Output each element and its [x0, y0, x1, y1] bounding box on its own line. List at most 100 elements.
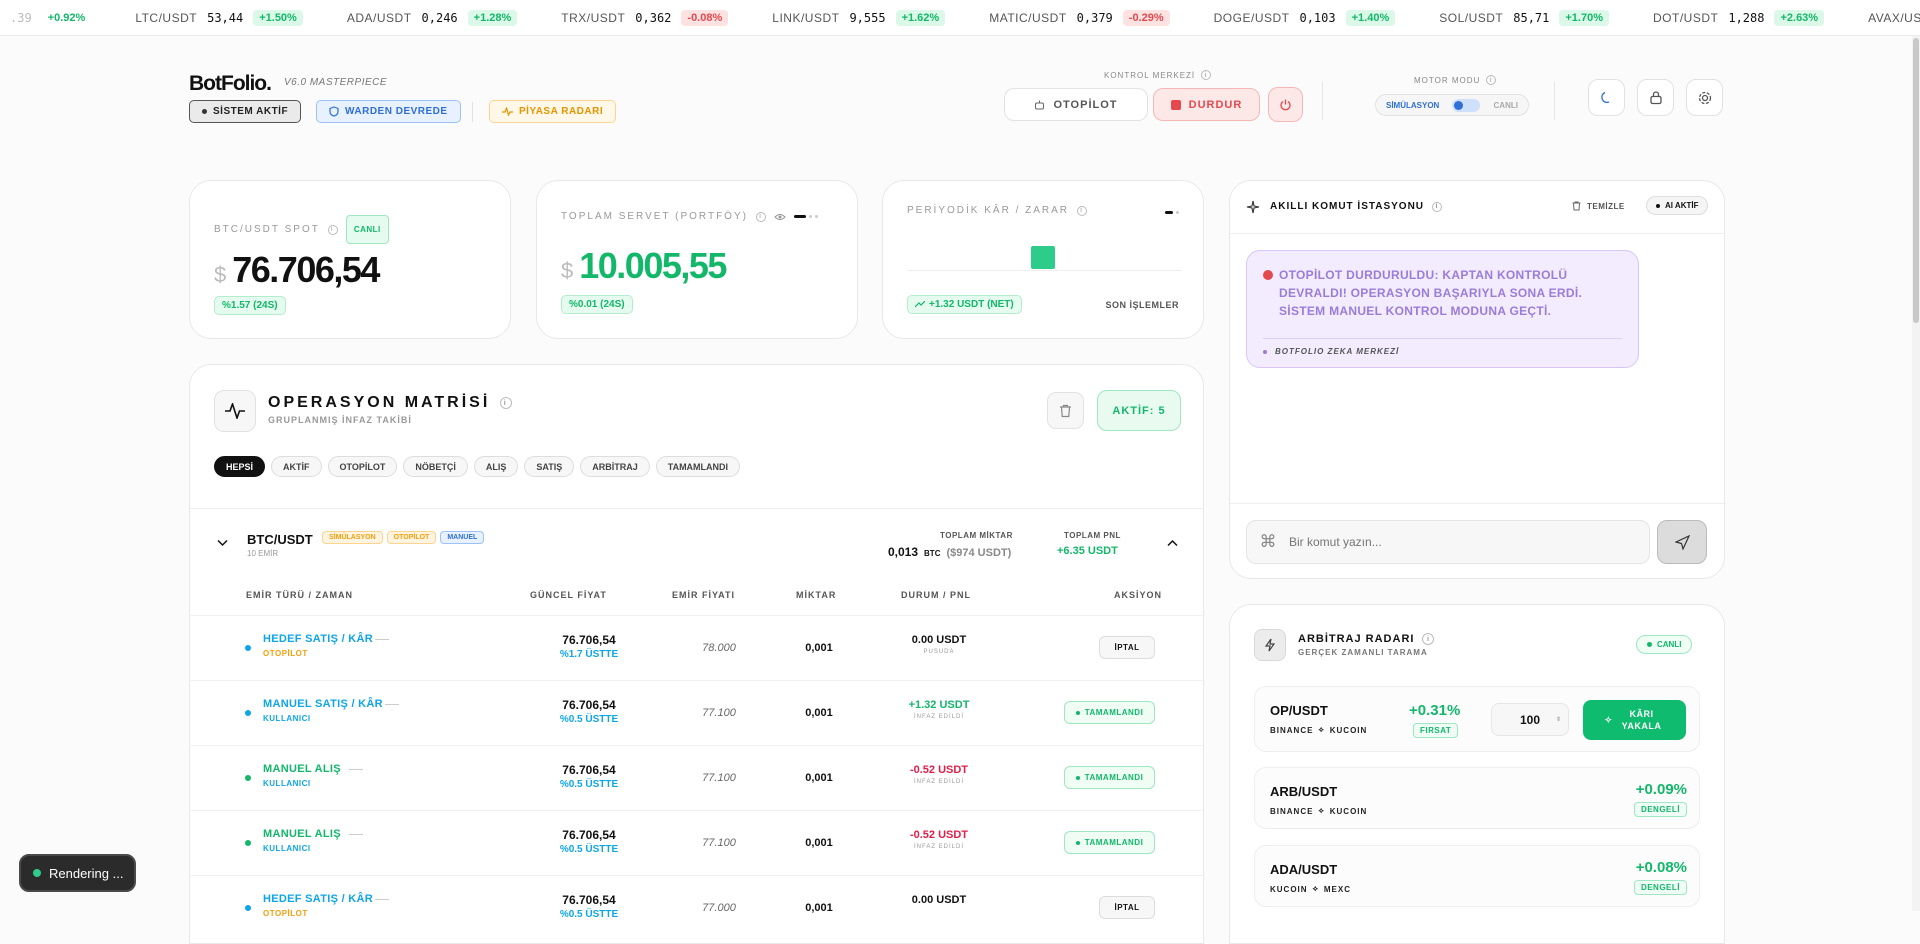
- col-order-type: EMİR TÜRÜ / ZAMAN: [246, 590, 353, 600]
- btc-change-chip: %1.57 (24S): [214, 296, 286, 315]
- periodic-pnl-card: PERİYODİK KÂR / ZARAR i +1.32 USDT (NET)…: [882, 180, 1204, 339]
- power-icon: [1280, 99, 1291, 111]
- filter-tab[interactable]: OTOPİLOT: [327, 456, 398, 477]
- filter-tab[interactable]: NÖBETÇİ: [403, 456, 468, 477]
- pnl-mini-chart: [907, 231, 1182, 271]
- clear-button[interactable]: TEMİZLE: [1572, 201, 1625, 211]
- total-pnl: +6.35 USDT: [1057, 545, 1118, 557]
- currency-symbol: $: [561, 258, 574, 283]
- send-button[interactable]: [1657, 520, 1707, 564]
- ai-source: BOTFOLIO ZEKA MERKEZİ: [1275, 347, 1400, 356]
- status-dot-icon: [33, 869, 41, 877]
- command-input[interactable]: [1289, 535, 1629, 549]
- settings-button[interactable]: [1686, 79, 1723, 116]
- app-version: V6.0 MASTERPIECE: [284, 77, 388, 88]
- status-dot-icon: [245, 905, 251, 911]
- order-type: HEDEF SATIŞ / KÂR: [263, 893, 374, 905]
- col-action: AKSİYON: [1114, 590, 1163, 600]
- order-source: KULLANICI: [263, 714, 311, 723]
- status-pnl: +1.32 USDT: [908, 699, 970, 711]
- pager-dots[interactable]: [793, 215, 818, 218]
- autopilot-button[interactable]: OTOPİLOT: [1004, 88, 1148, 121]
- swap-icon: ⟡: [1312, 884, 1319, 893]
- btc-card-label: BTC/USDT SPOT: [214, 224, 320, 235]
- filter-tab[interactable]: AKTİF: [271, 456, 322, 477]
- gear-icon: [1698, 91, 1711, 104]
- pager-dots[interactable]: [1165, 211, 1179, 214]
- alert-dot-icon: [1263, 270, 1273, 280]
- recent-trades-link[interactable]: SON İŞLEMLER: [1105, 300, 1179, 310]
- filter-tab[interactable]: TAMAMLANDI: [655, 456, 741, 477]
- col-quantity: MİKTAR: [796, 590, 837, 600]
- quantity: 0,001: [805, 642, 833, 654]
- price-diff: %1.7 ÜSTTE: [559, 649, 619, 660]
- ticker-item: AVAX/USDT9,387: [1868, 10, 1920, 25]
- total-pnl-label: TOPLAM PNL: [1064, 531, 1121, 540]
- ticker-item: DOT/USDT 1,288 +2.63%: [1653, 9, 1825, 26]
- wealth-value: 10.005,55: [579, 245, 727, 286]
- page-scrollbar[interactable]: [1912, 36, 1920, 911]
- ticker-item: TRX/USDT 0,362 -0.08%: [561, 9, 729, 26]
- stop-button[interactable]: DURDUR: [1153, 88, 1260, 121]
- filter-tab[interactable]: SATIŞ: [524, 456, 575, 477]
- group-tags: SİMÜLASYON OTOPİLOT MANUEL: [322, 531, 485, 544]
- ai-message-text: OTOPİLOT DURDURULDU: KAPTAN KONTROLÜ DEV…: [1263, 266, 1622, 320]
- total-wealth-card: TOPLAM SERVET (PORTFÖY) i $ 10.005,55 %0…: [536, 180, 858, 339]
- send-icon: [1674, 534, 1690, 550]
- quantity: 0,001: [805, 707, 833, 719]
- sparkle-icon: [1246, 200, 1260, 214]
- amount-stepper[interactable]: 100 ⇕: [1491, 703, 1569, 736]
- total-qty-label: TOPLAM MİKTAR: [940, 531, 1013, 540]
- order-price: 77.100: [702, 837, 736, 849]
- ticker-item: .39 +0.92%: [10, 10, 86, 25]
- trash-button[interactable]: [1047, 392, 1084, 429]
- power-button[interactable]: [1268, 87, 1303, 122]
- market-radar-pill[interactable]: PİYASA RADARI: [489, 100, 617, 123]
- eye-icon[interactable]: [774, 213, 786, 221]
- order-type: MANUEL ALIŞ: [263, 828, 341, 840]
- rendering-toast: Rendering ...: [19, 854, 136, 892]
- wealth-change-chip: %0.01 (24S): [561, 295, 633, 314]
- group-pair: BTC/USDT: [247, 532, 313, 547]
- filter-tab[interactable]: HEPSİ: [214, 456, 266, 477]
- control-center-label: KONTROL MERKEZİ i: [1104, 70, 1212, 80]
- warden-pill[interactable]: WARDEN DEVREDE: [316, 100, 461, 123]
- toggle-track[interactable]: [1452, 98, 1481, 112]
- robot-icon: [1035, 100, 1045, 110]
- info-icon: i: [327, 224, 338, 235]
- capture-profit-button[interactable]: ✧ KÂRI YAKALA: [1583, 700, 1686, 740]
- filter-tab[interactable]: ARBİTRAJ: [580, 456, 650, 477]
- filter-tab[interactable]: ALIŞ: [473, 456, 519, 477]
- ops-title: OPERASYON MATRİSİ i: [268, 394, 513, 412]
- lightning-icon: [1264, 638, 1276, 652]
- engine-mode-switch[interactable]: SİMÜLASYON CANLI: [1375, 94, 1529, 116]
- chevron-up-icon[interactable]: [1167, 539, 1178, 547]
- pulse-icon: [502, 107, 513, 116]
- swap-icon: ⟡: [1318, 806, 1325, 815]
- activity-icon: [225, 403, 245, 419]
- col-status-pnl: DURUM / PNL: [901, 590, 971, 600]
- info-icon: i: [1422, 633, 1435, 645]
- command-input-wrap[interactable]: ⌘: [1246, 520, 1650, 564]
- theme-toggle-button[interactable]: [1588, 79, 1625, 116]
- status-dot-icon: [245, 645, 251, 651]
- info-icon: i: [1486, 75, 1497, 85]
- col-current-price: GÜNCEL FİYAT: [530, 590, 607, 600]
- currency-symbol: $: [214, 262, 227, 287]
- pnl-card-label: PERİYODİK KÂR / ZARAR: [907, 205, 1070, 216]
- pnl-bar: [1031, 246, 1055, 269]
- pnl-net-chip: +1.32 USDT (NET): [907, 295, 1022, 314]
- chevron-down-icon[interactable]: [217, 539, 228, 547]
- order-price: 78.000: [702, 642, 736, 654]
- system-active-pill[interactable]: SİSTEM AKTİF: [189, 100, 302, 123]
- cancel-button[interactable]: İPTAL: [1099, 896, 1155, 919]
- status-pnl: -0.52 USDT: [909, 764, 969, 776]
- arb-item-arb: ARB/USDT BINANCE ⟡ KUCOIN +0.09% DENGELİ: [1254, 767, 1700, 829]
- trend-up-icon: [915, 301, 925, 308]
- current-price: 76.706,54: [562, 893, 616, 907]
- price-diff: %0.5 ÜSTTE: [559, 844, 619, 855]
- lock-button[interactable]: [1637, 79, 1674, 116]
- status-dot-icon: [245, 840, 251, 846]
- cancel-button[interactable]: İPTAL: [1099, 636, 1155, 659]
- ticker-item: MATIC/USDT 0,379 -0.29%: [989, 9, 1170, 26]
